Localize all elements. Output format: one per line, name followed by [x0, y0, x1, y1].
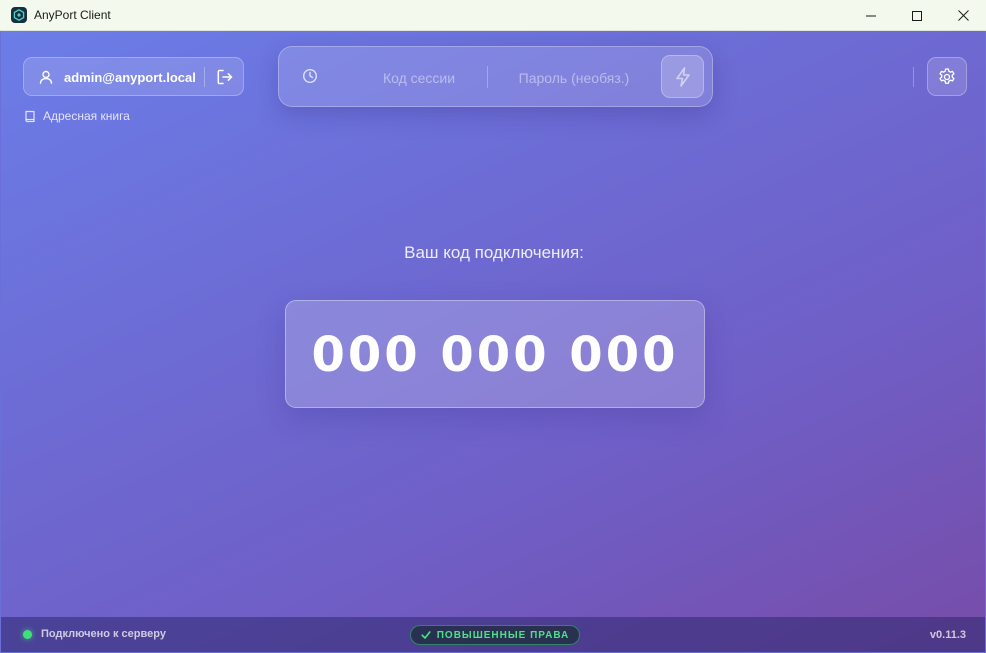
settings-button[interactable] — [927, 57, 967, 96]
divider — [913, 67, 914, 87]
close-icon — [957, 10, 969, 21]
maximize-button[interactable] — [894, 0, 940, 31]
connection-code-title: Ваш код подключения: — [404, 243, 584, 262]
status-indicator-dot — [23, 630, 32, 639]
connection-code-card: 000 000 000 — [285, 300, 705, 408]
app-main: admin@anyport.local Адресная книга Код с… — [1, 31, 985, 652]
user-email: admin@anyport.local — [64, 70, 196, 85]
gear-icon — [939, 67, 955, 84]
window-title: AnyPort Client — [34, 8, 111, 22]
divider — [487, 66, 488, 88]
address-book-label: Адресная книга — [43, 109, 130, 123]
check-icon — [421, 631, 431, 639]
connection-status-text: Подключено к серверу — [41, 628, 166, 640]
address-book-link[interactable]: Адресная книга — [24, 108, 130, 124]
lightning-icon — [675, 66, 690, 87]
session-password-input[interactable] — [497, 63, 651, 93]
book-icon — [25, 110, 35, 122]
title-bar: AnyPort Client — [0, 0, 986, 31]
elevated-privileges-badge: ПОВЫШЕННЫЕ ПРАВА — [410, 625, 580, 645]
app-version: v0.11.3 — [929, 629, 966, 641]
history-icon[interactable] — [302, 68, 318, 84]
maximize-icon — [912, 10, 922, 21]
connection-code: 000 000 000 — [311, 327, 679, 383]
status-bar: Подключено к серверу ПОВЫШЕННЫЕ ПРАВА v0… — [1, 617, 985, 652]
logout-icon[interactable] — [216, 68, 234, 86]
minimize-icon — [866, 15, 876, 16]
connect-button[interactable] — [661, 55, 704, 98]
minimize-button[interactable] — [848, 0, 894, 31]
user-icon — [39, 70, 53, 84]
session-connect-box — [278, 46, 713, 107]
divider — [204, 67, 205, 87]
elevated-privileges-label: ПОВЫШЕННЫЕ ПРАВА — [436, 629, 570, 641]
app-logo-icon — [11, 7, 27, 23]
session-code-input[interactable] — [347, 63, 491, 93]
close-button[interactable] — [940, 0, 986, 31]
user-account-pill: admin@anyport.local — [23, 57, 244, 96]
